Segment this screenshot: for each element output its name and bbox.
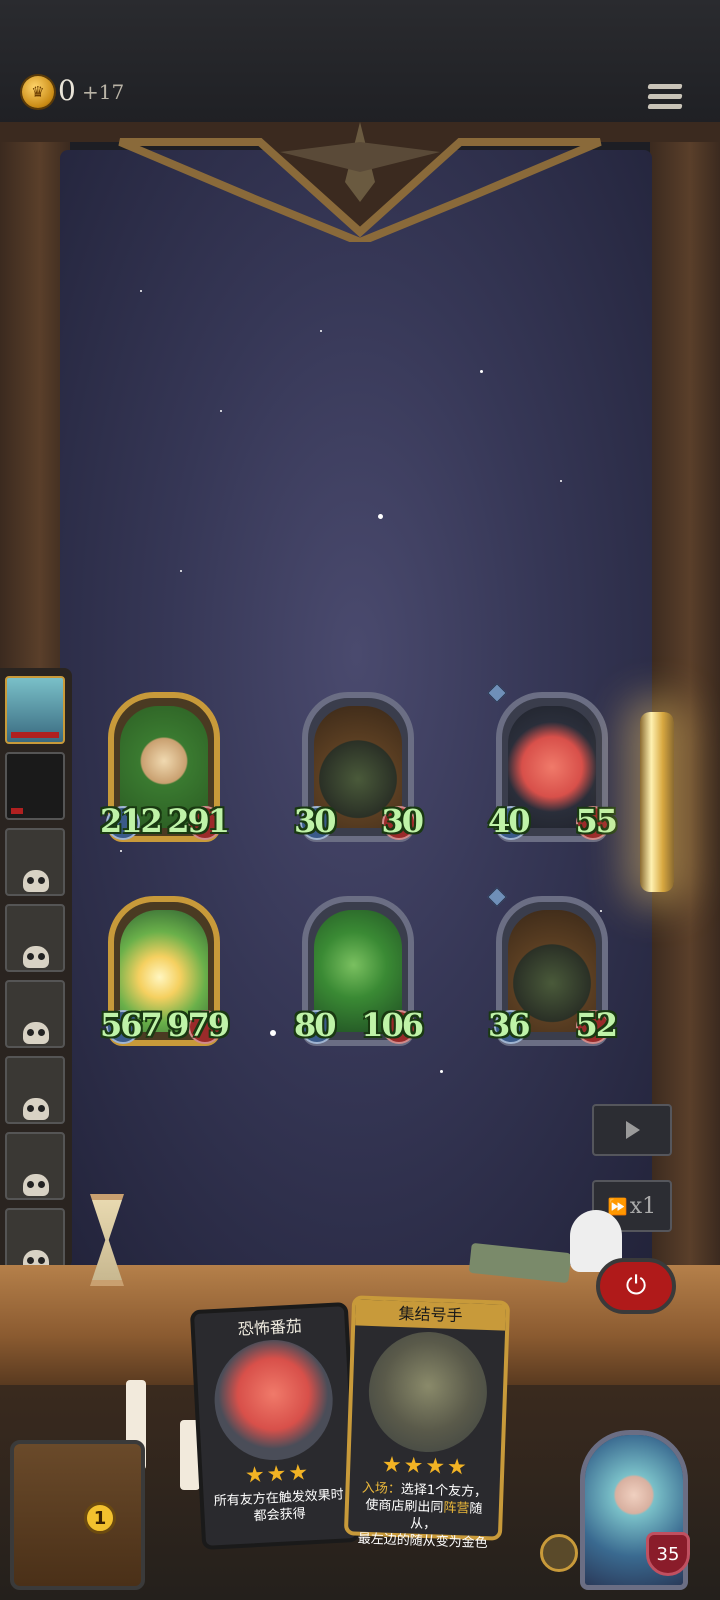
end-turn-power-button[interactable]: ⏻ <box>596 1258 676 1314</box>
crown-coin-icon: ♛ <box>22 76 54 108</box>
shop-card-tomato[interactable]: 恐怖番茄 ★★★ 所有友方在触发效果时都会获得 <box>189 1302 361 1550</box>
minion-health: 55 <box>575 802 618 840</box>
player-sidebar <box>0 668 72 1276</box>
power-icon: ⏻ <box>625 1270 647 1301</box>
shop-card-description: 所有友方在触发效果时都会获得 <box>213 1487 345 1525</box>
hero-health: 35 <box>646 1532 690 1576</box>
play-button[interactable] <box>592 1104 672 1156</box>
star-rating-icon: ★★★ <box>244 1460 311 1489</box>
health-bar <box>11 732 59 738</box>
player-portrait-self[interactable] <box>5 676 65 744</box>
speed-label: x1 <box>629 1193 657 1219</box>
board-minion-tomato[interactable]: 40 55 <box>487 683 618 842</box>
gold-income: +17 <box>82 80 125 104</box>
board-minion-goblin-wizard[interactable]: 30 30 <box>294 692 424 842</box>
minion-attack: 80 <box>294 1006 337 1044</box>
skull-icon <box>23 1098 49 1120</box>
skull-icon <box>23 946 49 968</box>
hero-power-icon[interactable] <box>540 1534 578 1572</box>
window-top-arch <box>0 122 720 242</box>
skull-icon <box>23 1174 49 1196</box>
minion-attack: 212 <box>100 802 163 840</box>
minion-health: 979 <box>167 1006 230 1044</box>
player-portrait-eliminated[interactable] <box>5 980 65 1048</box>
board-minion-leaf-spirit[interactable]: 80 106 <box>294 896 424 1046</box>
tavern-chest[interactable] <box>10 1440 145 1590</box>
skull-icon <box>23 1022 49 1044</box>
shop-card-rally-bugler[interactable]: 集结号手 ★★★★ 入场：选择1个友方， 使商店刷出同阵营随从， 最左边的随从变… <box>343 1295 511 1551</box>
tavern-tier-badge: 1 <box>84 1502 116 1534</box>
player-portrait-eliminated[interactable] <box>5 1132 65 1200</box>
minion-health: 52 <box>575 1006 618 1044</box>
player-portrait-eliminated[interactable] <box>5 904 65 972</box>
shop-card-name: 恐怖番茄 <box>237 1316 303 1339</box>
minion-health: 291 <box>167 802 230 840</box>
top-bar <box>0 0 720 125</box>
shop-card-name: 集结号手 <box>355 1299 507 1331</box>
star-rating-icon: ★★★★ <box>381 1452 470 1481</box>
board-minion-glowing-dragon[interactable]: 567 979 <box>100 896 230 1046</box>
shop-card-description: 入场：选择1个友方， 使商店刷出同阵营随从， 最左边的随从变为金色 <box>357 1480 488 1552</box>
shop-card-art <box>211 1337 336 1464</box>
player-portrait-eliminated[interactable] <box>5 828 65 896</box>
minion-health: 30 <box>381 802 424 840</box>
board-minion-sprout[interactable]: 212 291 <box>100 692 230 842</box>
play-icon <box>626 1121 640 1139</box>
fast-forward-icon: ⏩ <box>607 1196 628 1216</box>
lantern <box>640 712 674 892</box>
gold-count: 0 <box>58 74 76 107</box>
minion-attack: 567 <box>100 1006 163 1044</box>
health-bar <box>11 808 23 814</box>
minion-attack: 40 <box>488 802 531 840</box>
minion-attack: 36 <box>488 1006 531 1044</box>
board-minion-goblin-wizard-2[interactable]: 36 52 <box>487 887 618 1046</box>
minion-attack: 30 <box>294 802 337 840</box>
hamburger-menu-icon[interactable] <box>647 84 683 116</box>
shop-card-art <box>366 1329 489 1455</box>
minion-health: 106 <box>361 1006 424 1044</box>
player-portrait-opponent[interactable] <box>5 752 65 820</box>
skull-icon <box>23 870 49 892</box>
player-portrait-eliminated[interactable] <box>5 1056 65 1124</box>
